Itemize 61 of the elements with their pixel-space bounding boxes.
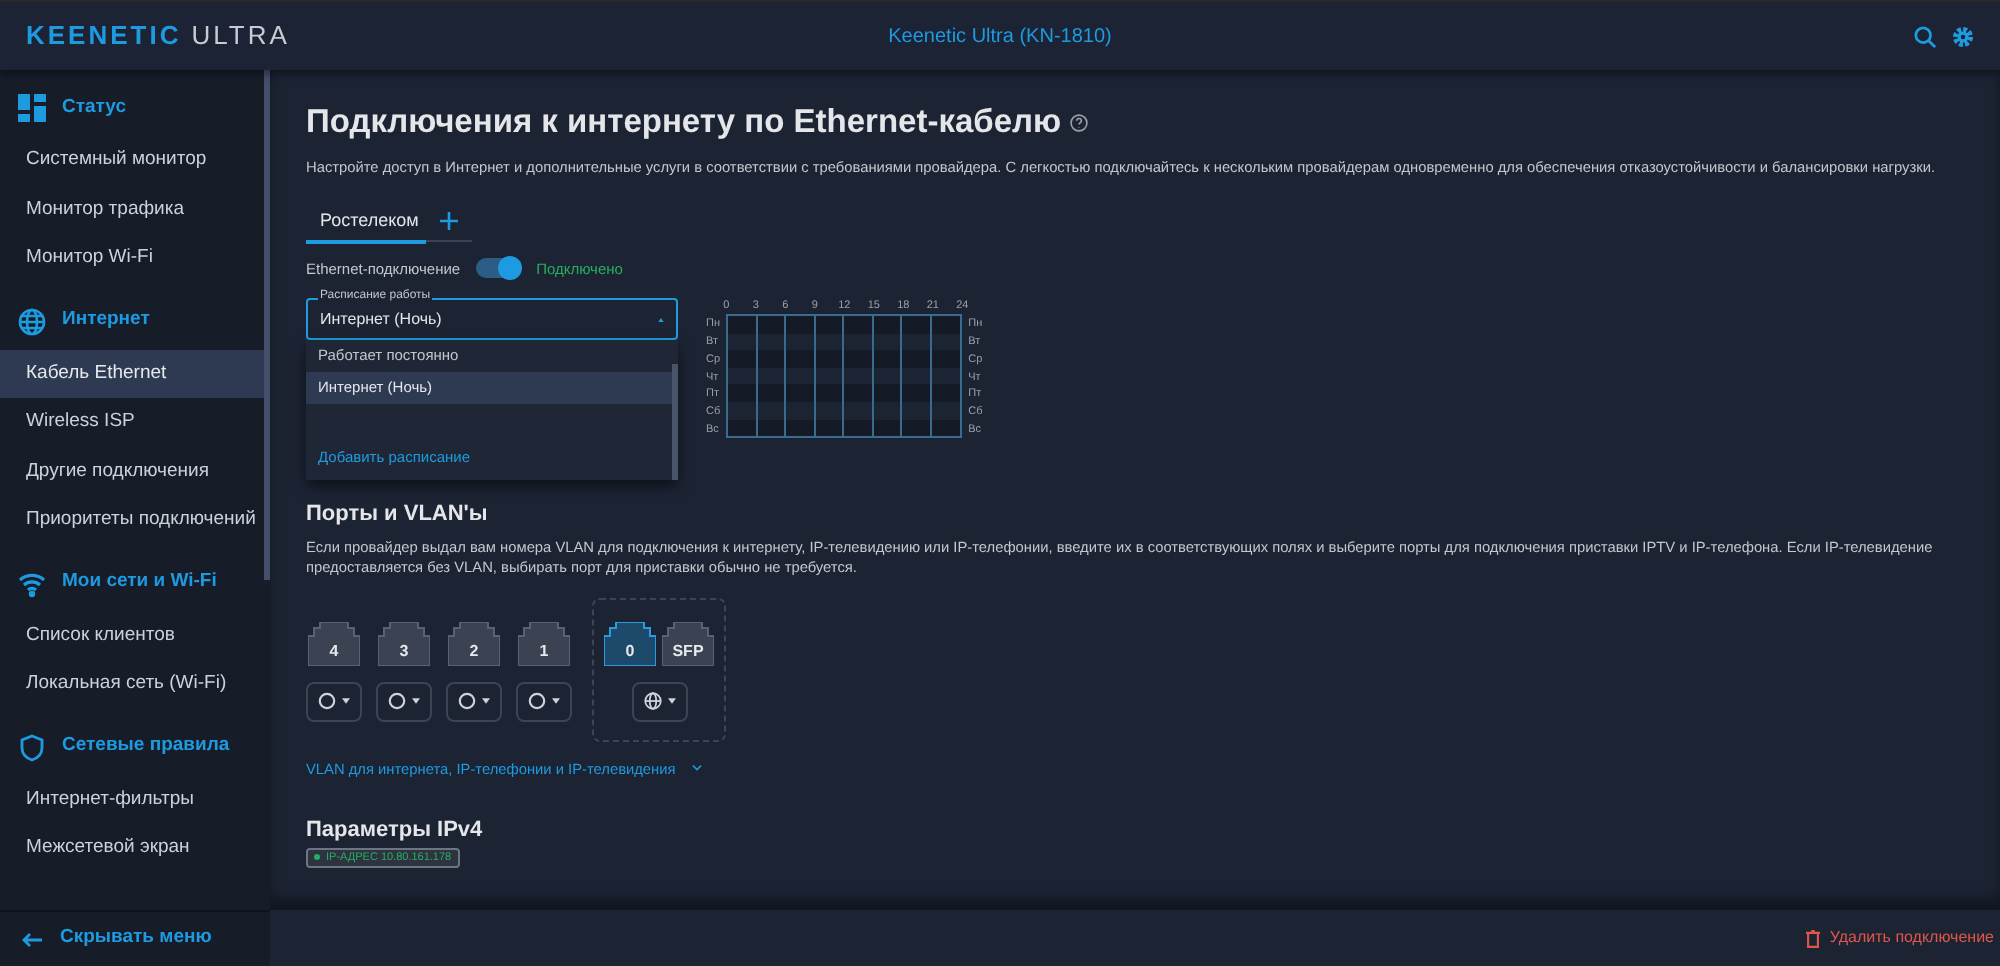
caret-icon — [482, 698, 490, 705]
device-name: Keenetic Ultra (KN-1810) — [888, 23, 1112, 51]
trash-icon — [1805, 929, 1820, 947]
wifi-icon — [18, 569, 46, 597]
sidebar-section-title: Мои сети и Wi-Fi — [62, 568, 217, 597]
sidebar-item[interactable]: Интернет-фильтры — [0, 775, 264, 824]
circle-icon — [318, 692, 336, 711]
logo[interactable]: KEENETIC ULTRA — [26, 16, 426, 56]
circle-icon — [528, 692, 546, 711]
globe-icon — [18, 307, 46, 335]
sidebar-section-title: Сетевые правила — [62, 732, 230, 761]
collapse-menu-button[interactable]: Скрывать меню — [0, 910, 270, 966]
plus-icon — [440, 211, 458, 230]
page-title: Подключения к интернету по Ethernet-кабелю — [306, 102, 1062, 144]
globe-icon — [643, 692, 661, 711]
port-mode-select[interactable] — [446, 681, 502, 722]
shield-icon — [18, 733, 46, 761]
ethernet-port-icon[interactable]: 4 — [308, 621, 360, 666]
caret-icon — [552, 698, 560, 705]
sidebar-item[interactable]: Системный монитор — [0, 136, 264, 185]
port-mode-select[interactable] — [376, 681, 432, 722]
caret-icon — [667, 698, 675, 705]
settings-icon[interactable] — [1952, 25, 1974, 47]
port-mode-select[interactable] — [306, 681, 362, 722]
help-icon[interactable] — [1069, 113, 1088, 132]
provider-tab[interactable]: Ростелеком — [306, 203, 426, 244]
sidebar-item[interactable]: Другие подключения — [0, 447, 264, 496]
ethernet-port-icon[interactable]: 1 — [518, 621, 570, 666]
port-mode-select[interactable] — [516, 681, 572, 722]
section-title: Параметры IPv4 — [306, 815, 485, 844]
ethernet-port-icon[interactable]: 3 — [378, 621, 430, 666]
port-mode-select[interactable] — [631, 681, 687, 722]
section-title: Порты и VLAN'ы — [306, 500, 490, 531]
sidebar-item[interactable]: Приоритеты подключений — [0, 496, 264, 545]
caret-icon — [658, 317, 664, 322]
ethernet-port-icon[interactable]: 0 — [604, 621, 656, 666]
dashboard-icon — [18, 94, 46, 122]
circle-icon — [458, 692, 476, 711]
sidebar-item[interactable]: Монитор трафика — [0, 185, 264, 234]
scrollbar-thumb[interactable] — [672, 364, 678, 481]
ethernet-toggle[interactable] — [476, 258, 521, 279]
scrollbar-thumb[interactable] — [264, 70, 270, 580]
sidebar-section-title: Интернет — [62, 306, 150, 335]
chevron-down-icon — [691, 764, 702, 773]
sidebar-item[interactable]: Список клиентов — [0, 611, 264, 660]
delete-connection-button[interactable]: Удалить подключение — [1805, 926, 1994, 950]
sidebar-item[interactable]: Локальная сеть (Wi-Fi) — [0, 660, 264, 709]
circle-icon — [388, 692, 406, 711]
caret-icon — [342, 698, 350, 705]
select-value: Интернет (Ночь) — [320, 307, 442, 332]
schedule-grid[interactable] — [726, 314, 963, 439]
sidebar-item[interactable]: Кабель Ethernet — [0, 349, 264, 398]
sidebar-item[interactable]: Wireless ISP — [0, 398, 264, 447]
ethernet-port-icon[interactable]: 2 — [448, 621, 500, 666]
caret-icon — [412, 698, 420, 705]
sidebar-item[interactable]: Межсетевой экран — [0, 824, 264, 873]
search-icon[interactable] — [1914, 25, 1936, 47]
ethernet-port-icon[interactable]: SFP — [662, 621, 714, 666]
sidebar-item[interactable]: Монитор Wi-Fi — [0, 234, 264, 283]
left-arrow-icon — [22, 931, 42, 947]
sidebar-section-title: Статус — [62, 93, 127, 122]
